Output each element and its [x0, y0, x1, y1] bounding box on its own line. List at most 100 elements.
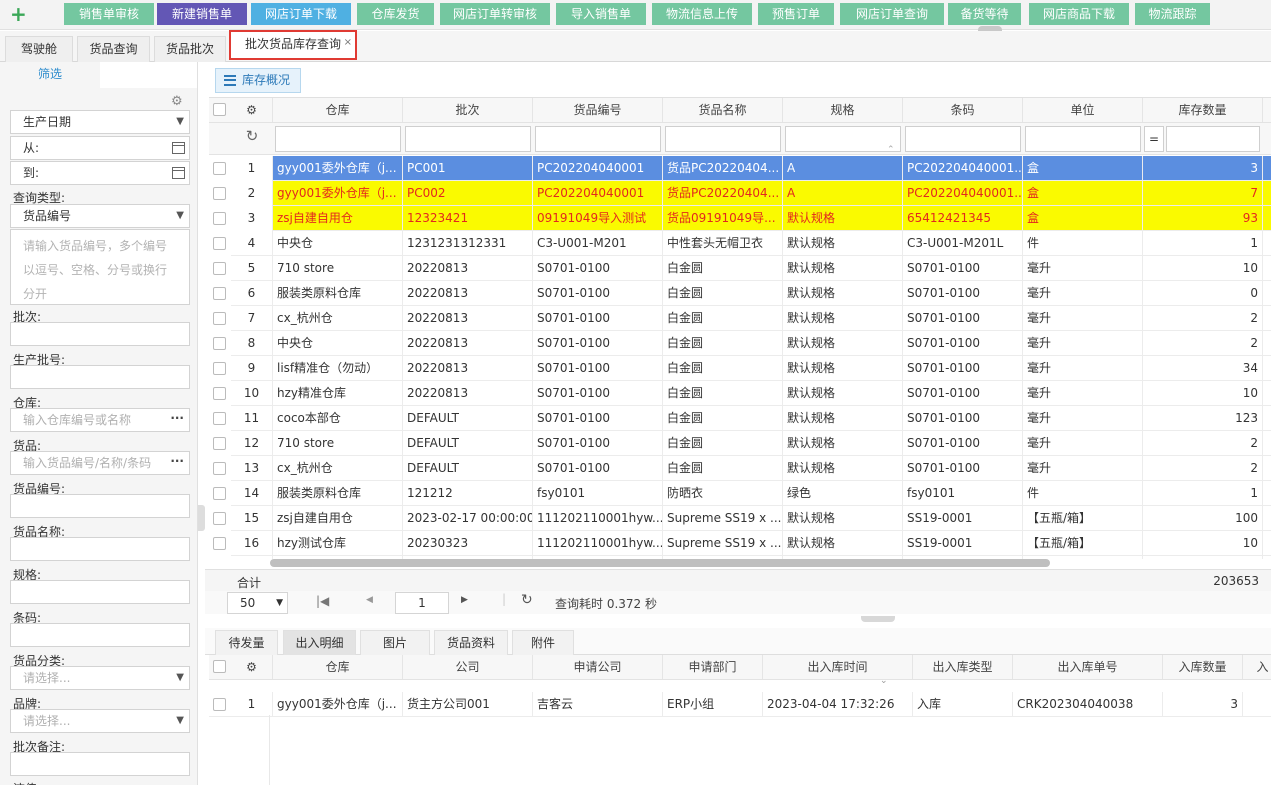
quick-button[interactable]: 新建销售单: [157, 3, 247, 25]
quick-button[interactable]: 物流跟踪: [1135, 3, 1210, 25]
column-header[interactable]: 货品名称: [663, 98, 783, 122]
column-header[interactable]: 出入库类型: [913, 655, 1013, 679]
calendar-icon[interactable]: [172, 142, 185, 154]
table-row[interactable]: 1 gyy001委外仓库（j... PC001 PC202204040001 货品PC2…: [209, 156, 1271, 181]
quick-button[interactable]: 预售订单: [758, 3, 834, 25]
quick-button[interactable]: 网店商品下载: [1029, 3, 1129, 25]
row-checkbox[interactable]: [213, 437, 226, 450]
quick-button[interactable]: 仓库发货: [357, 3, 434, 25]
column-header[interactable]: 公司: [403, 655, 533, 679]
column-header[interactable]: 入库数量: [1163, 655, 1243, 679]
goods-code-input[interactable]: [10, 494, 190, 518]
quick-button[interactable]: 网店订单下载: [251, 3, 351, 25]
date-from-field[interactable]: 从:: [10, 136, 190, 160]
column-filter-input[interactable]: [665, 126, 781, 152]
page-size-select[interactable]: 50 ▼: [227, 592, 288, 614]
row-checkbox[interactable]: [213, 387, 226, 400]
date-to-field[interactable]: 到:: [10, 161, 190, 185]
table-row[interactable]: 16 hzy测试仓库 20230323 111202110001hyw... Supre…: [209, 531, 1271, 556]
column-filter-input[interactable]: [535, 126, 661, 152]
row-checkbox[interactable]: [213, 512, 226, 525]
category-select[interactable]: 请选择... ▼: [10, 666, 190, 690]
quick-button[interactable]: 导入销售单: [556, 3, 646, 25]
sort-icon[interactable]: ⌃: [887, 145, 895, 155]
detail-tab[interactable]: 待发量: [215, 630, 278, 655]
add-icon[interactable]: +: [10, 3, 28, 25]
production-batch-input[interactable]: [10, 365, 190, 389]
filter-tab[interactable]: 筛选: [0, 62, 100, 88]
table-row[interactable]: 13 cx_杭州仓 DEFAULT S0701-0100 白金圆 默认规格 S0701-01…: [209, 456, 1271, 481]
table-row[interactable]: 1 gyy001委外仓库（j... 货主方公司001 吉客云 ERP小组 2023-04-…: [209, 692, 1271, 717]
row-checkbox[interactable]: [213, 487, 226, 500]
gear-icon[interactable]: ⚙: [171, 94, 183, 109]
next-page-icon[interactable]: ▶: [461, 595, 468, 605]
table-row[interactable]: 5 710 store 20220813 S0701-0100 白金圆 默认规格 S0701…: [209, 256, 1271, 281]
column-filter-input[interactable]: [1166, 126, 1260, 152]
column-header[interactable]: 货品编号: [533, 98, 663, 122]
row-checkbox[interactable]: [213, 212, 226, 225]
row-checkbox[interactable]: [213, 698, 226, 711]
row-checkbox[interactable]: [213, 262, 226, 275]
warehouse-input[interactable]: 输入仓库编号或名称 ···: [10, 408, 190, 432]
table-row[interactable]: 9 lisf精准仓（勿动） 20220813 S0701-0100 白金圆 默认规格 S07…: [209, 356, 1271, 381]
spec-input[interactable]: [10, 580, 190, 604]
table-row[interactable]: 11 coco本部仓 DEFAULT S0701-0100 白金圆 默认规格 S0701-0…: [209, 406, 1271, 431]
more-icon[interactable]: ···: [170, 407, 184, 429]
detail-tab[interactable]: 图片: [360, 630, 430, 655]
production-date-select[interactable]: 生产日期 ▼: [10, 110, 190, 134]
panel-collapse-handle[interactable]: [861, 616, 895, 622]
table-row[interactable]: 10 hzy精准仓库 20220813 S0701-0100 白金圆 默认规格 S0701-…: [209, 381, 1271, 406]
table-row[interactable]: 7 cx_杭州仓 20220813 S0701-0100 白金圆 默认规格 S0701-01…: [209, 306, 1271, 331]
column-header[interactable]: 库存数量: [1143, 98, 1263, 122]
row-checkbox[interactable]: [213, 312, 226, 325]
row-checkbox[interactable]: [213, 412, 226, 425]
quick-button[interactable]: 备货等待: [948, 3, 1021, 25]
row-checkbox[interactable]: [213, 337, 226, 350]
column-filter-input[interactable]: [1025, 126, 1141, 152]
brand-select[interactable]: 请选择... ▼: [10, 709, 190, 733]
quick-button[interactable]: 网店订单查询: [840, 3, 944, 25]
tab-cockpit[interactable]: 驾驶舱: [5, 36, 73, 62]
select-all-checkbox[interactable]: [213, 103, 226, 116]
horizontal-scrollbar[interactable]: [270, 559, 1050, 567]
tab-goods-batch[interactable]: 货品批次: [154, 36, 226, 62]
sidebar-collapse-handle[interactable]: [198, 505, 205, 531]
compare-operator[interactable]: =: [1144, 126, 1164, 152]
close-icon[interactable]: ×: [344, 30, 352, 55]
detail-tab[interactable]: 货品资料: [434, 630, 508, 655]
row-checkbox[interactable]: [213, 187, 226, 200]
goods-input[interactable]: 输入货品编号/名称/条码 ···: [10, 451, 190, 475]
row-checkbox[interactable]: [213, 287, 226, 300]
prev-page-icon[interactable]: ◀: [366, 595, 373, 605]
column-header[interactable]: 申请部门: [663, 655, 763, 679]
table-row[interactable]: 12 710 store DEFAULT S0701-0100 白金圆 默认规格 S0701…: [209, 431, 1271, 456]
refresh-icon[interactable]: ↻: [231, 127, 273, 145]
query-type-select[interactable]: 货品编号 ▼: [10, 204, 190, 228]
select-all-checkbox[interactable]: [213, 660, 226, 673]
row-checkbox[interactable]: [213, 462, 226, 475]
column-filter-input[interactable]: [405, 126, 531, 152]
column-filter-input[interactable]: [785, 126, 901, 152]
row-checkbox[interactable]: [213, 537, 226, 550]
detail-tab[interactable]: 附件: [512, 630, 574, 655]
column-header[interactable]: 申请公司: [533, 655, 663, 679]
quick-button[interactable]: 网店订单转审核: [440, 3, 550, 25]
column-header[interactable]: 批次: [403, 98, 533, 122]
goods-code-textarea[interactable]: 请输入货品编号，多个编号以逗号、空格、分号或换行分开: [10, 229, 190, 305]
goods-name-input[interactable]: [10, 537, 190, 561]
row-checkbox[interactable]: [213, 362, 226, 375]
tab-batch-stock-query[interactable]: 批次货品库存查询 ×: [229, 30, 357, 60]
quick-button[interactable]: 销售单审核: [64, 3, 154, 25]
chevron-down-icon[interactable]: ⌄: [880, 676, 888, 686]
column-filter-input[interactable]: [275, 126, 401, 152]
column-filter-input[interactable]: [905, 126, 1021, 152]
barcode-input[interactable]: [10, 623, 190, 647]
more-icon[interactable]: ···: [170, 450, 184, 472]
page-number-input[interactable]: 1: [395, 592, 449, 614]
first-page-icon[interactable]: |◀: [316, 594, 329, 608]
gear-icon[interactable]: ⚙: [231, 655, 273, 679]
batch-remark-input[interactable]: [10, 752, 190, 776]
column-header[interactable]: 规格: [783, 98, 903, 122]
table-row[interactable]: 15 zsj自建自用仓 2023-02-17 00:00:00 11120211000…: [209, 506, 1271, 531]
refresh-icon[interactable]: ↻: [521, 592, 533, 608]
